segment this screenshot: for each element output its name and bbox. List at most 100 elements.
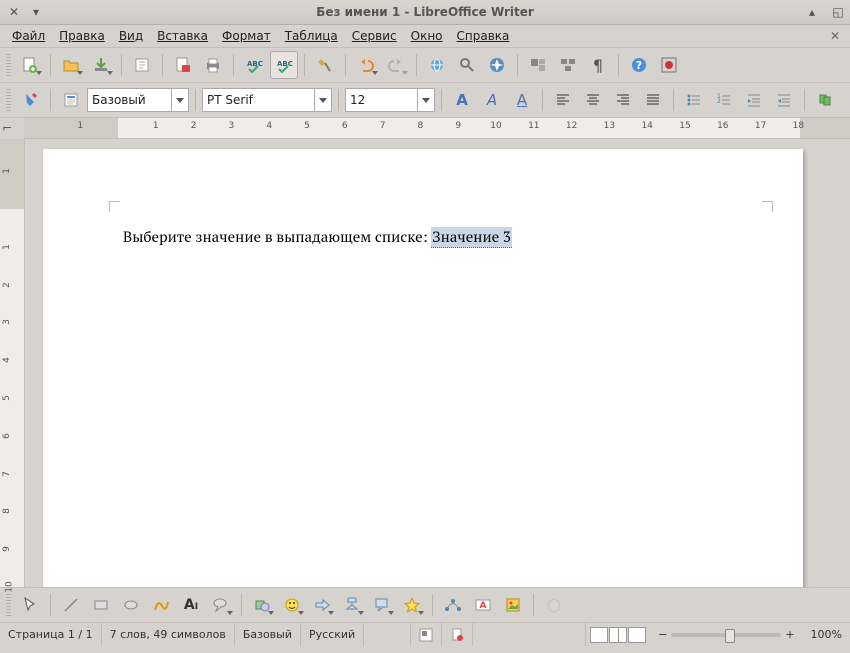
navigator-button[interactable] [483, 51, 511, 79]
bold-button[interactable]: A [448, 86, 476, 114]
svg-text:ABC: ABC [247, 60, 263, 68]
symbol-shapes-button[interactable] [278, 591, 306, 619]
align-justify-button[interactable] [639, 86, 667, 114]
menu-insert[interactable]: Вставка [151, 27, 214, 45]
decrease-indent-button[interactable] [770, 86, 798, 114]
line-tool-button[interactable] [57, 591, 85, 619]
nonprinting-chars-button[interactable]: ¶ [584, 51, 612, 79]
status-zoom-slider[interactable]: − + [650, 628, 802, 641]
callout-tool-button[interactable] [207, 591, 235, 619]
block-arrows-button[interactable] [308, 591, 336, 619]
help-button[interactable]: ? [625, 51, 653, 79]
menu-tools[interactable]: Сервис [346, 27, 403, 45]
view-multi-icon[interactable] [609, 627, 627, 643]
menu-format[interactable]: Формат [216, 27, 277, 45]
ruler-vertical[interactable]: 112345678910 [0, 139, 25, 587]
curve-tool-button[interactable] [147, 591, 175, 619]
points-button[interactable] [439, 591, 467, 619]
italic-button[interactable]: A [478, 86, 506, 114]
open-button[interactable] [57, 51, 85, 79]
gallery-button[interactable] [524, 51, 552, 79]
toolbar-standard: ABC ABC ¶ ? [0, 48, 850, 83]
view-book-icon[interactable] [628, 627, 646, 643]
document-viewport[interactable]: Выберите значение в выпадающем списке: З… [25, 139, 850, 587]
status-insert-mode[interactable] [364, 623, 411, 646]
align-left-button[interactable] [549, 86, 577, 114]
stars-button[interactable] [398, 591, 426, 619]
find-replace-button[interactable] [453, 51, 481, 79]
document-close-icon[interactable]: ✕ [826, 27, 844, 45]
view-single-icon[interactable] [590, 627, 608, 643]
menu-help[interactable]: Справка [451, 27, 516, 45]
basic-shapes-button[interactable] [248, 591, 276, 619]
font-name-combo[interactable]: PT Serif [202, 88, 332, 112]
autospellcheck-button[interactable]: ABC [270, 51, 298, 79]
align-center-button[interactable] [579, 86, 607, 114]
new-document-button[interactable] [16, 51, 44, 79]
menu-window[interactable]: Окно [405, 27, 449, 45]
status-selection-mode[interactable] [411, 623, 442, 646]
document-text[interactable]: Выберите значение в выпадающем списке: З… [123, 227, 512, 247]
datasources-button[interactable] [554, 51, 582, 79]
ruler-horizontal[interactable]: 1123456789101112131415161718 [24, 118, 850, 139]
undo-button[interactable] [352, 51, 380, 79]
rectangle-tool-button[interactable] [87, 591, 115, 619]
window-maximize-icon[interactable]: ▴ [804, 4, 820, 20]
format-paintbrush-button[interactable] [311, 51, 339, 79]
window-titlebar: ✕ ▾ Без имени 1 - LibreOffice Writer ▴ ◱ [0, 0, 850, 25]
flowchart-button[interactable] [338, 591, 366, 619]
bullets-button[interactable] [680, 86, 708, 114]
tab-stop-icon[interactable]: ⌐ [2, 121, 12, 135]
menu-edit[interactable]: Правка [53, 27, 111, 45]
save-button[interactable] [87, 51, 115, 79]
doc-prompt-text: Выберите значение в выпадающем списке: [123, 227, 431, 247]
record-macro-button[interactable] [655, 51, 683, 79]
zoom-out-icon[interactable]: − [658, 628, 667, 641]
window-title: Без имени 1 - LibreOffice Writer [0, 5, 850, 19]
document-page[interactable]: Выберите значение в выпадающем списке: З… [43, 149, 803, 587]
ellipse-tool-button[interactable] [117, 591, 145, 619]
menu-file[interactable]: Файл [6, 27, 51, 45]
select-tool-button[interactable] [16, 591, 44, 619]
status-language[interactable]: Русский [301, 623, 364, 646]
edit-button[interactable] [128, 51, 156, 79]
toolbar-drawing: AI A [0, 587, 850, 622]
dropdown-field[interactable]: Значение 3 [431, 227, 512, 248]
status-page[interactable]: Страница 1 / 1 [0, 623, 102, 646]
underline-button[interactable]: A [508, 86, 536, 114]
window-restore-icon[interactable]: ◱ [830, 4, 846, 20]
align-right-button[interactable] [609, 86, 637, 114]
fontwork-button[interactable]: A [469, 591, 497, 619]
toolbar-handle[interactable] [6, 54, 11, 76]
status-signature[interactable] [442, 623, 473, 646]
extrusion-button[interactable] [540, 591, 568, 619]
numbering-button[interactable]: 12 [710, 86, 738, 114]
statusbar: Страница 1 / 1 7 слов, 49 символов Базов… [0, 622, 850, 646]
redo-button[interactable] [382, 51, 410, 79]
callouts-button[interactable] [368, 591, 396, 619]
styles-dialog-button[interactable] [16, 86, 44, 114]
menubar: Файл Правка Вид Вставка Формат Таблица С… [0, 25, 850, 48]
font-size-combo[interactable]: 12 [345, 88, 435, 112]
menu-table[interactable]: Таблица [279, 27, 344, 45]
toolbar-formatting: Базовый PT Serif 12 A A A 12 [0, 83, 850, 118]
toolbar-handle[interactable] [6, 594, 11, 616]
hyperlink-button[interactable] [423, 51, 451, 79]
from-file-button[interactable] [499, 591, 527, 619]
status-zoom-value[interactable]: 100% [803, 623, 850, 646]
print-button[interactable] [199, 51, 227, 79]
textbox-tool-button[interactable]: AI [177, 591, 205, 619]
status-wordcount[interactable]: 7 слов, 49 символов [102, 623, 235, 646]
zoom-in-icon[interactable]: + [785, 628, 794, 641]
increase-indent-button[interactable] [740, 86, 768, 114]
apply-style-button[interactable] [57, 86, 85, 114]
status-view-layout[interactable] [586, 627, 650, 643]
menu-view[interactable]: Вид [113, 27, 149, 45]
find-button[interactable] [811, 86, 839, 114]
svg-text:2: 2 [717, 98, 721, 105]
status-pagestyle[interactable]: Базовый [235, 623, 301, 646]
export-pdf-button[interactable] [169, 51, 197, 79]
paragraph-style-combo[interactable]: Базовый [87, 88, 189, 112]
toolbar-handle[interactable] [6, 89, 11, 111]
spellcheck-button[interactable]: ABC [240, 51, 268, 79]
